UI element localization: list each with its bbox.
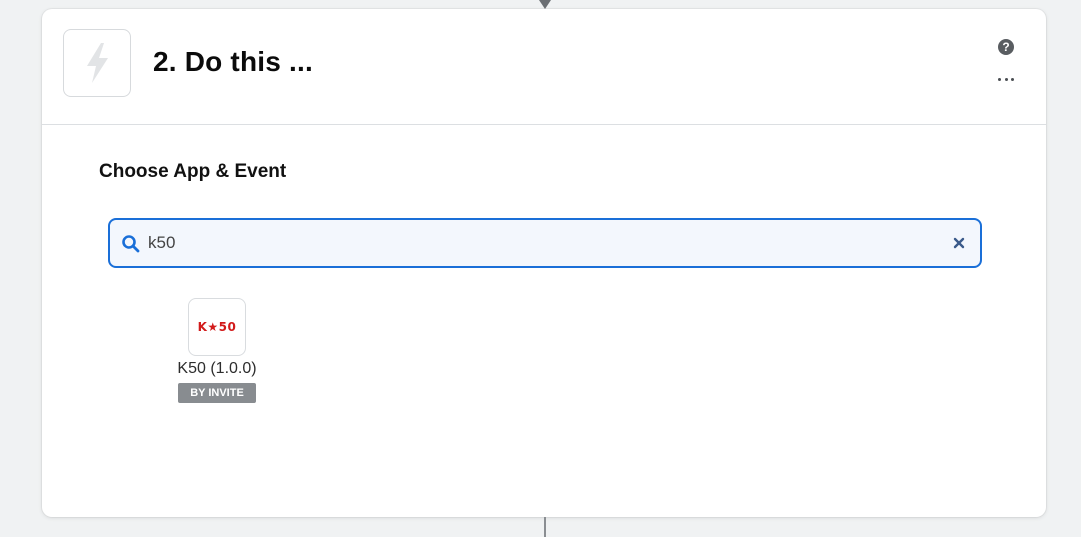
k50-logo: K★50: [188, 298, 246, 356]
ellipsis-dot: [998, 77, 1001, 81]
lightning-bolt-icon: [63, 29, 131, 97]
step-title: 2. Do this ...: [153, 46, 313, 77]
close-icon[interactable]: [950, 234, 968, 252]
connector-line: [544, 517, 546, 537]
search-box[interactable]: [108, 218, 982, 268]
section-title: Choose App & Event: [99, 161, 287, 182]
step-card: 2. Do this ... ? Choose App & Event K★50…: [42, 9, 1046, 517]
step-header: 2. Do this ... ?: [42, 9, 1046, 125]
search-icon: [122, 235, 140, 253]
ellipsis-icon[interactable]: [998, 75, 1014, 83]
app-name: K50 (1.0.0): [177, 360, 257, 377]
search-input[interactable]: [148, 228, 938, 258]
connector-arrow: [539, 0, 551, 9]
ellipsis-dot: [1004, 77, 1008, 81]
by-invite-badge: BY INVITE: [178, 383, 256, 403]
app-result-item[interactable]: K★50 K50 (1.0.0) BY INVITE: [172, 298, 262, 408]
ellipsis-dot: [1011, 77, 1014, 81]
question-circle-icon[interactable]: ?: [998, 39, 1014, 55]
